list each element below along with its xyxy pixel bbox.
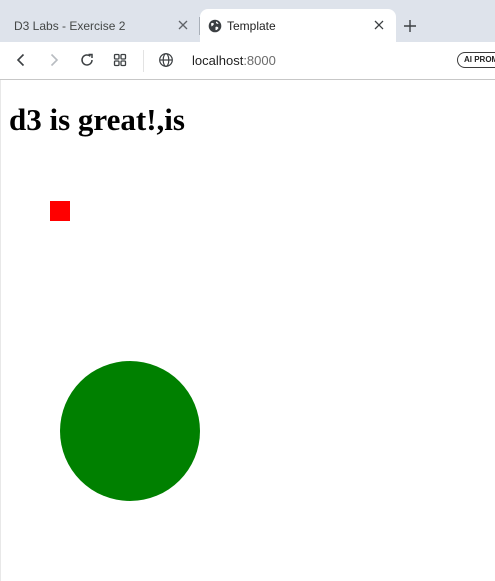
green-circle [60, 361, 200, 501]
tab-title: Template [227, 18, 276, 33]
site-info-globe-icon[interactable] [158, 52, 174, 68]
red-square [50, 201, 70, 221]
tab-template[interactable]: Template [200, 9, 396, 42]
close-tab-icon[interactable] [176, 18, 190, 32]
tab-groups-icon[interactable] [111, 51, 129, 69]
toolbar-divider [143, 50, 144, 72]
page-content: d3 is great!,is [0, 80, 495, 581]
back-arrow-icon[interactable] [12, 51, 30, 69]
ai-prompt-button[interactable]: AI PROM [457, 52, 495, 68]
forward-arrow-icon[interactable] [45, 51, 63, 69]
tab-title: D3 Labs - Exercise 2 [14, 18, 126, 33]
url-host: localhost [192, 53, 244, 68]
browser-window: D3 Labs - Exercise 2 Template localhost:… [0, 0, 495, 581]
tab-d3-labs[interactable]: D3 Labs - Exercise 2 [0, 9, 200, 42]
reload-icon[interactable] [78, 51, 96, 69]
d3-svg-canvas [50, 201, 200, 501]
globe-favicon-icon [208, 19, 222, 32]
new-tab-plus-icon[interactable] [401, 17, 419, 35]
address-bar[interactable]: localhost:8000 [192, 53, 276, 68]
browser-toolbar: localhost:8000 AI PROM [0, 42, 495, 80]
tab-strip: D3 Labs - Exercise 2 Template [0, 0, 495, 42]
close-tab-icon[interactable] [372, 18, 386, 32]
url-port: :8000 [243, 53, 276, 68]
